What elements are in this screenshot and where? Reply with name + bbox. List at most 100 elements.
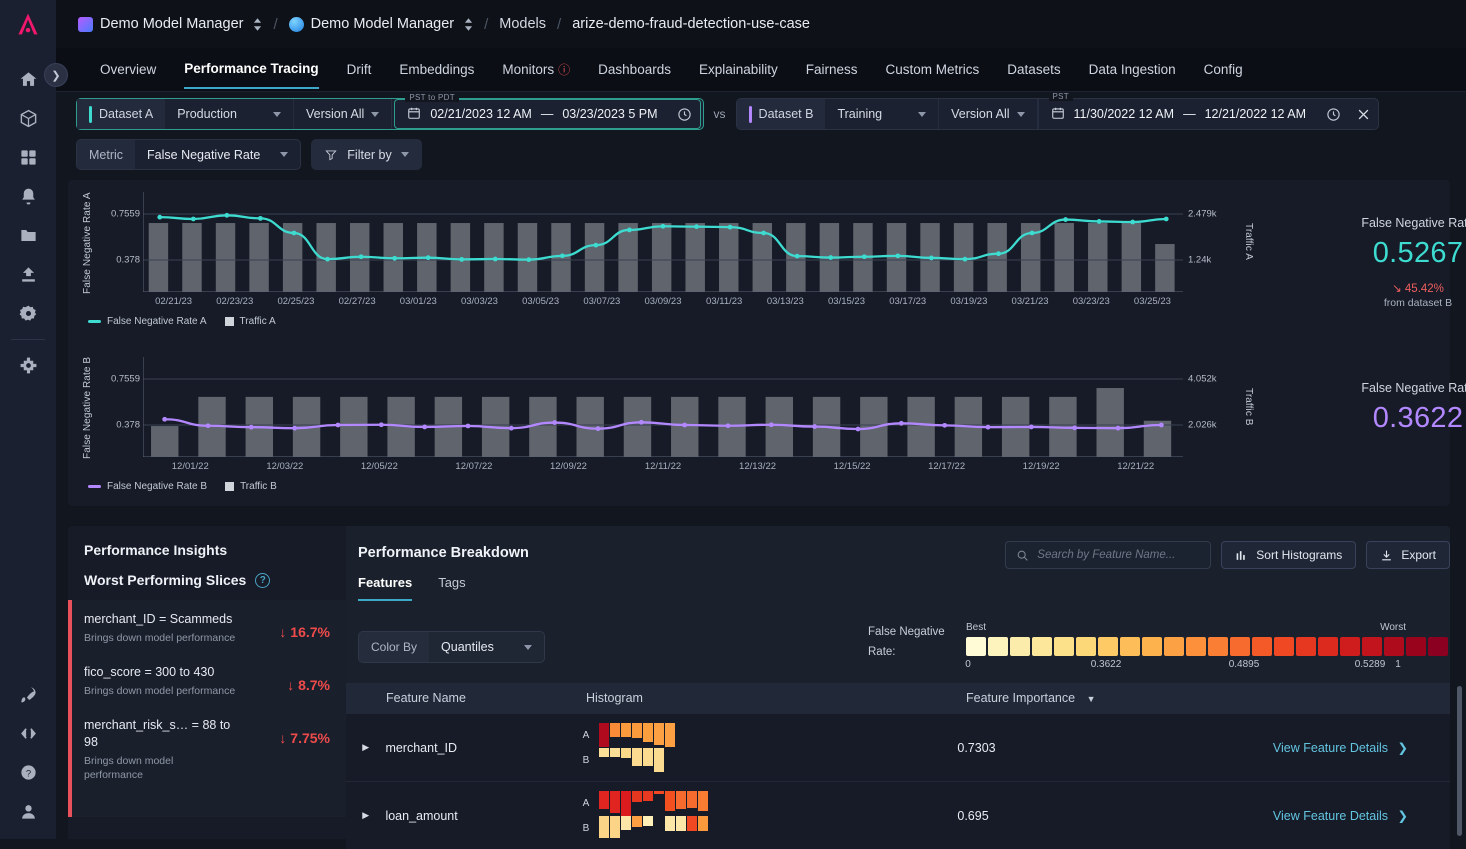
- dataset-b-group: Dataset B Training Version All PST 11/30…: [735, 92, 1380, 130]
- scale-swatch: [1076, 637, 1096, 656]
- remove-dataset-b-button[interactable]: [1348, 99, 1378, 129]
- view-feature-details-link[interactable]: View Feature Details ❯: [1273, 808, 1450, 823]
- hist-b-row: B: [583, 816, 958, 840]
- table-row[interactable]: ▶ merchant_ID A B 0.7303 View Feature De…: [346, 713, 1450, 781]
- sort-histograms-label: Sort Histograms: [1256, 548, 1343, 562]
- chevron-updown-icon-2[interactable]: [464, 17, 473, 31]
- list-item[interactable]: fico_score = 300 to 430 Brings down mode…: [72, 653, 346, 706]
- chart-a-y2axis: 2.479k 1.24k: [1188, 192, 1248, 292]
- color-by-value[interactable]: Quantiles: [429, 632, 544, 662]
- table-scrollbar[interactable]: [1457, 686, 1462, 836]
- tab-embeddings[interactable]: Embeddings: [399, 62, 474, 88]
- sort-histograms-button[interactable]: Sort Histograms: [1221, 541, 1357, 569]
- view-feature-details-link[interactable]: View Feature Details ❯: [1273, 740, 1450, 755]
- dataset-a-version-select[interactable]: Version All: [294, 99, 393, 129]
- tab-monitors[interactable]: Monitors ⓘ: [502, 61, 570, 89]
- breadcrumb-org[interactable]: Demo Model Manager: [288, 16, 473, 32]
- dataset-b-clock-icon[interactable]: [1318, 99, 1348, 129]
- tab-explainability[interactable]: Explainability: [699, 62, 778, 88]
- dataset-b-version-select[interactable]: Version All: [939, 99, 1038, 129]
- arize-logo[interactable]: [0, 0, 56, 48]
- chart-a-y2tick-0: 2.479k: [1188, 208, 1217, 220]
- list-item[interactable]: merchant_risk_s… = 88 to 98 Brings down …: [72, 706, 346, 790]
- tab-overview[interactable]: Overview: [100, 62, 156, 88]
- export-button[interactable]: Export: [1366, 541, 1450, 569]
- help-tooltip-icon[interactable]: ?: [255, 572, 271, 588]
- tab-data-ingestion[interactable]: Data Ingestion: [1089, 62, 1176, 88]
- dataset-a-clock-icon[interactable]: [670, 99, 700, 129]
- tab-performance-tracing[interactable]: Performance Tracing: [184, 61, 319, 89]
- settings-icon[interactable]: [0, 294, 56, 333]
- dataset-b-date-cell[interactable]: 11/30/2022 12 AM — 12/21/2022 12 AM: [1039, 99, 1319, 129]
- color-by-row: Color By Quantiles: [358, 631, 545, 663]
- x-axis-tick: 03/05/23: [522, 296, 560, 307]
- tab-tags[interactable]: Tags: [438, 575, 465, 601]
- breadcrumb-space-label: Demo Model Manager: [100, 16, 244, 32]
- list-item[interactable]: merchant_ID = Scammeds Brings down model…: [72, 600, 346, 653]
- code-icon[interactable]: [0, 714, 56, 753]
- tab-drift[interactable]: Drift: [347, 62, 372, 88]
- metric-value-text: False Negative Rate: [147, 147, 261, 162]
- scale-swatch: [1428, 637, 1448, 656]
- integrations-icon[interactable]: [0, 346, 56, 385]
- chevron-updown-icon[interactable]: [253, 17, 262, 31]
- search-input[interactable]: Search by Feature Name...: [1005, 541, 1212, 569]
- x-axis-tick: 02/21/23: [155, 296, 193, 307]
- histogram-bar: [642, 816, 653, 826]
- tab-dashboards[interactable]: Dashboards: [598, 62, 671, 88]
- account-icon[interactable]: [0, 792, 56, 831]
- dataset-a-date-cell[interactable]: 02/21/2023 12 AM — 03/23/2023 5 PM: [395, 99, 669, 129]
- chart-a-plot[interactable]: [142, 192, 1183, 293]
- charts-panel: False Negative Rate A 0.7559 0.378 2.479…: [68, 180, 1466, 506]
- legend-item-traffic-a[interactable]: Traffic A: [224, 316, 276, 327]
- row-expand-icon[interactable]: ▶: [346, 810, 385, 821]
- alerts-icon[interactable]: [0, 177, 56, 216]
- dataset-a-daterange[interactable]: PST to PDT 02/21/2023 12 AM — 03/23/2023…: [394, 93, 701, 129]
- models-icon[interactable]: [0, 99, 56, 138]
- metric-value[interactable]: False Negative Rate: [135, 140, 300, 169]
- col-feature-importance[interactable]: Feature Importance ▼: [966, 691, 1286, 705]
- tab-fairness[interactable]: Fairness: [806, 62, 858, 88]
- help-icon[interactable]: ?: [0, 753, 56, 792]
- hist-b-row: B: [583, 748, 958, 772]
- dataset-a-environment-select[interactable]: Production: [165, 99, 294, 129]
- tab-features[interactable]: Features: [358, 575, 413, 601]
- performance-insights-panel: Performance Insights Worst Performing Sl…: [68, 526, 346, 839]
- row-expand-icon[interactable]: ▶: [346, 742, 385, 753]
- breadcrumb-models-link[interactable]: Models: [499, 16, 546, 32]
- color-by-selector[interactable]: Color By Quantiles: [358, 631, 545, 663]
- slice-sub: Brings down model performance: [84, 631, 236, 644]
- histogram-bar: [675, 791, 686, 809]
- col-feature-name[interactable]: Feature Name: [386, 691, 586, 705]
- filter-by-button[interactable]: Filter by: [311, 139, 422, 170]
- tab-config[interactable]: Config: [1204, 62, 1243, 88]
- projects-icon[interactable]: [0, 216, 56, 255]
- x-axis-tick: 12/03/22: [266, 461, 304, 472]
- legend-item-fnr-a[interactable]: False Negative Rate A: [88, 316, 207, 327]
- breadcrumb-space[interactable]: Demo Model Manager: [78, 16, 262, 32]
- breadcrumb-separator-1: /: [273, 15, 278, 33]
- scale-swatch: [1032, 637, 1052, 656]
- dataset-b-chip: Dataset B: [736, 99, 826, 129]
- legend-item-fnr-b[interactable]: False Negative Rate B: [88, 481, 207, 492]
- chevron-right-icon: ❯: [1397, 809, 1408, 823]
- x-axis-tick: 03/13/23: [766, 296, 804, 307]
- scale-best-label: Best: [966, 622, 987, 633]
- row-feature-name: loan_amount: [385, 808, 458, 823]
- row-feature-importance: 0.7303: [957, 740, 996, 755]
- rocket-icon[interactable]: [0, 675, 56, 714]
- dashboards-icon[interactable]: [0, 138, 56, 177]
- metric-selector[interactable]: Metric False Negative Rate: [76, 139, 302, 170]
- tab-custom-metrics[interactable]: Custom Metrics: [886, 62, 980, 88]
- scale-tick: 0.3622: [1090, 659, 1122, 670]
- histogram-bar: [697, 791, 708, 811]
- tab-datasets[interactable]: Datasets: [1007, 62, 1060, 88]
- expand-sidebar-button[interactable]: ❯: [44, 63, 68, 87]
- dataset-b-daterange[interactable]: PST 11/30/2022 12 AM — 12/21/2022 12 AM: [1037, 92, 1349, 129]
- legend-item-traffic-b[interactable]: Traffic B: [225, 481, 277, 492]
- upload-icon[interactable]: [0, 255, 56, 294]
- histogram-bar: [697, 816, 708, 831]
- x-axis-tick: 03/09/23: [644, 296, 682, 307]
- dataset-b-environment-select[interactable]: Training: [825, 99, 940, 129]
- chart-b-plot[interactable]: [142, 357, 1183, 458]
